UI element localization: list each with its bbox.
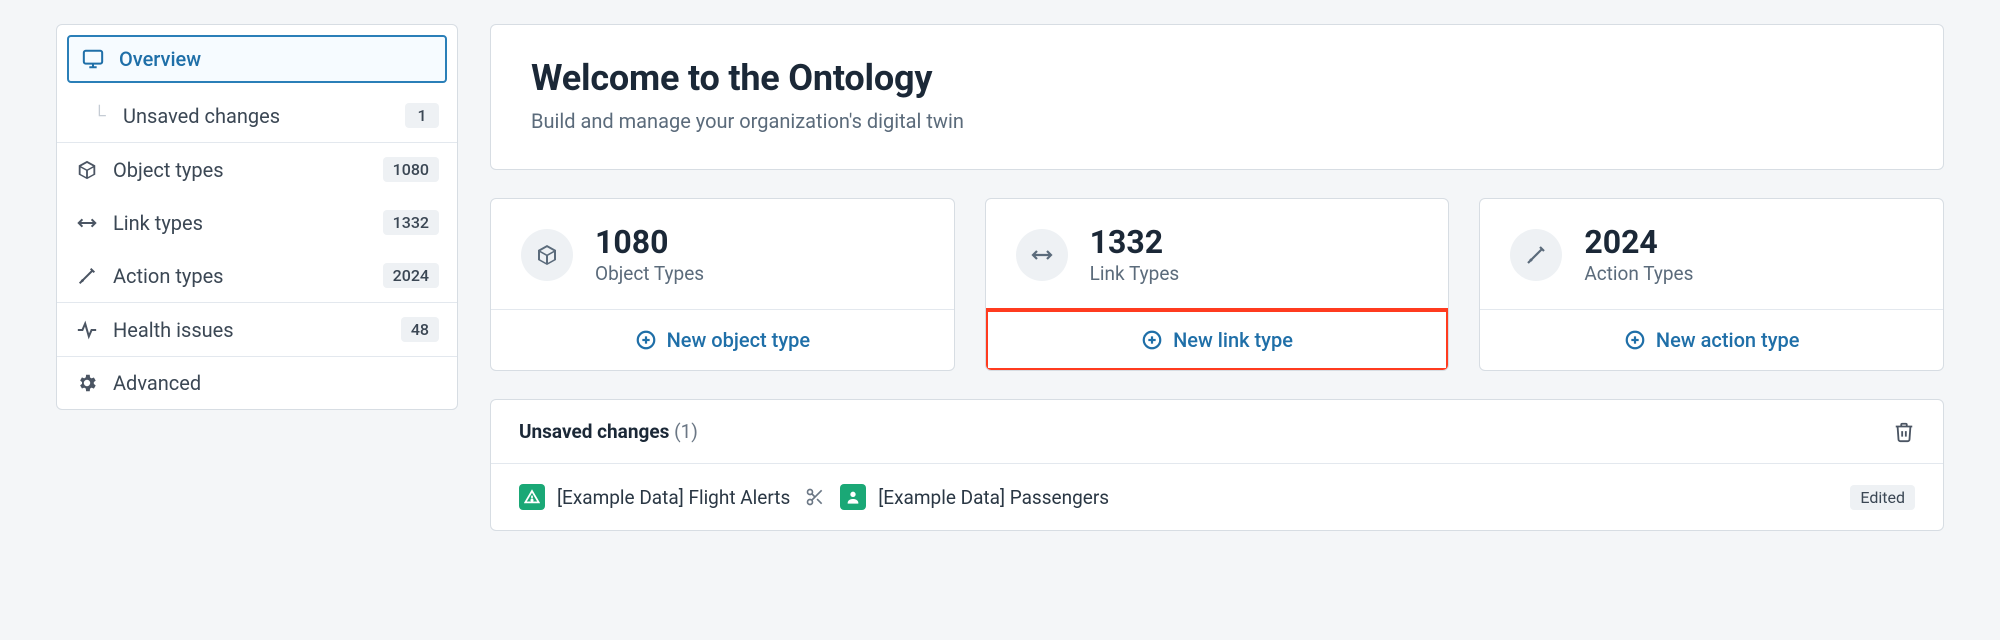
- stats-row: 1080 Object Types New object type: [490, 198, 1944, 371]
- change-row[interactable]: [Example Data] Flight Alerts [Example Da…: [491, 464, 1943, 530]
- sidebar-item-label: Object types: [113, 158, 369, 182]
- sidebar-item-health-issues[interactable]: Health issues 48: [57, 303, 457, 356]
- stat-value: 2024: [1584, 225, 1693, 260]
- wand-icon: [75, 264, 99, 288]
- welcome-header: Welcome to the Ontology Build and manage…: [490, 24, 1944, 170]
- changes-title: Unsaved changes (1): [519, 420, 698, 443]
- sidebar-item-label: Health issues: [113, 318, 387, 342]
- new-object-type-button[interactable]: New object type: [491, 310, 954, 370]
- stat-card-link-types: 1332 Link Types New link type: [985, 198, 1450, 371]
- pulse-icon: [75, 318, 99, 342]
- wand-icon: [1510, 229, 1562, 281]
- count-badge: 48: [401, 317, 439, 342]
- changes-title-text: Unsaved changes: [519, 420, 669, 443]
- stat-value: 1080: [595, 225, 704, 260]
- stat-card-object-types: 1080 Object Types New object type: [490, 198, 955, 371]
- plus-circle-icon: [635, 329, 657, 351]
- sidebar-item-label: Link types: [113, 211, 369, 235]
- unsaved-changes-panel: Unsaved changes (1) [Example Data] Fligh…: [490, 399, 1944, 531]
- sidebar-item-advanced[interactable]: Advanced: [57, 357, 457, 409]
- person-icon: [840, 484, 866, 510]
- stat-card-action-types: 2024 Action Types New action type: [1479, 198, 1944, 371]
- sidebar-item-unsaved-changes[interactable]: └ Unsaved changes 1: [57, 89, 457, 142]
- new-action-type-button[interactable]: New action type: [1480, 310, 1943, 370]
- gear-icon: [75, 371, 99, 395]
- page-subtitle: Build and manage your organization's dig…: [531, 109, 1903, 133]
- change-left-label: [Example Data] Flight Alerts: [557, 486, 790, 509]
- stat-label: Object Types: [595, 262, 704, 285]
- stat-label: Action Types: [1584, 262, 1693, 285]
- sidebar-item-label: Overview: [119, 47, 433, 71]
- count-badge: 1080: [383, 157, 439, 182]
- page-title: Welcome to the Ontology: [531, 57, 1903, 99]
- sidebar-item-label: Advanced: [113, 371, 439, 395]
- sidebar-item-overview[interactable]: Overview: [67, 35, 447, 83]
- cube-icon: [75, 158, 99, 182]
- new-link-type-button[interactable]: New link type: [986, 310, 1449, 370]
- count-badge: 1: [405, 103, 439, 128]
- tree-branch-icon: └: [93, 105, 109, 126]
- stat-value: 1332: [1090, 225, 1180, 260]
- sidebar-item-action-types[interactable]: Action types 2024: [57, 249, 457, 302]
- sidebar-item-link-types[interactable]: Link types 1332: [57, 196, 457, 249]
- status-tag: Edited: [1850, 485, 1915, 510]
- change-right-label: [Example Data] Passengers: [878, 486, 1109, 509]
- monitor-icon: [81, 47, 105, 71]
- arrows-horizontal-icon: [75, 211, 99, 235]
- alert-triangle-icon: [519, 484, 545, 510]
- main-content: Welcome to the Ontology Build and manage…: [490, 24, 1944, 531]
- trash-icon[interactable]: [1893, 421, 1915, 443]
- sidebar: Overview └ Unsaved changes 1 Object type…: [56, 24, 458, 410]
- sidebar-item-object-types[interactable]: Object types 1080: [57, 143, 457, 196]
- scissors-icon: [802, 484, 828, 510]
- cube-icon: [521, 229, 573, 281]
- count-badge: 2024: [383, 263, 439, 288]
- stat-label: Link Types: [1090, 262, 1180, 285]
- arrows-horizontal-icon: [1016, 229, 1068, 281]
- action-label: New object type: [667, 328, 811, 352]
- action-label: New action type: [1656, 328, 1800, 352]
- changes-count: (1): [674, 420, 698, 443]
- plus-circle-icon: [1624, 329, 1646, 351]
- sidebar-item-label: Action types: [113, 264, 369, 288]
- sidebar-item-label: Unsaved changes: [123, 104, 391, 128]
- action-label: New link type: [1173, 328, 1293, 352]
- count-badge: 1332: [383, 210, 439, 235]
- plus-circle-icon: [1141, 329, 1163, 351]
